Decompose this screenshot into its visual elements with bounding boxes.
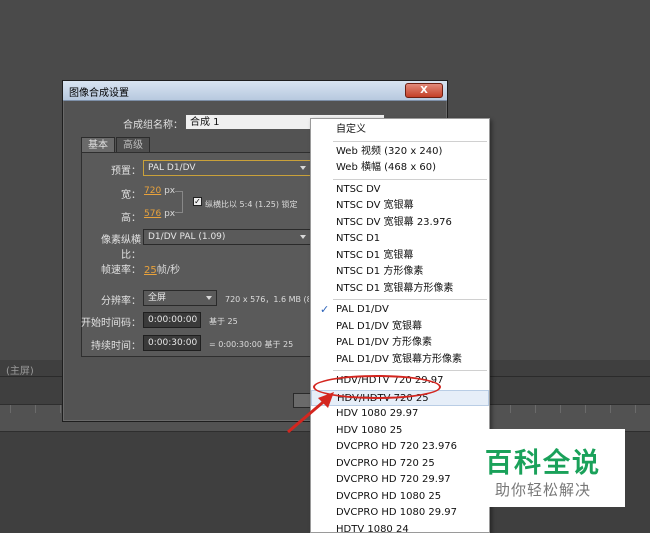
height-unit: px xyxy=(164,209,176,219)
dialog-title: 图像合成设置 xyxy=(69,88,129,99)
frame-rate-unit: 帧/秒 xyxy=(156,265,181,276)
ruler-tick xyxy=(35,405,36,413)
menu-item[interactable]: NTSC DV 宽银幕 23.976 xyxy=(311,215,489,231)
duration-label: 持续时间： xyxy=(91,341,141,352)
resolution-label: 分辨率： xyxy=(101,296,141,307)
start-timecode-input[interactable]: 0:00:00:00 xyxy=(143,312,201,328)
ruler-tick xyxy=(560,405,561,413)
preset-select[interactable]: PAL D1/DV xyxy=(143,160,311,176)
resolution-select[interactable]: 全屏 xyxy=(143,290,217,306)
menu-separator xyxy=(333,370,487,371)
pixel-aspect-value: D1/DV PAL (1.09) xyxy=(148,232,226,242)
pixel-aspect-select[interactable]: D1/DV PAL (1.09) xyxy=(143,229,311,245)
frame-rate-label: 帧速率： xyxy=(101,265,141,276)
timeline-tab-label[interactable]: (主屏) xyxy=(6,362,34,377)
ruler-tick xyxy=(610,405,611,413)
watermark-title: 百科全说 xyxy=(485,448,601,479)
menu-separator xyxy=(333,140,487,142)
menu-item[interactable]: NTSC D1 xyxy=(311,231,489,247)
duration-input[interactable]: 0:00:30:00 xyxy=(143,335,201,351)
menu-item[interactable]: HDTV 1080 24 xyxy=(311,522,489,533)
menu-item[interactable]: NTSC D1 宽银幕方形像素 xyxy=(311,281,489,297)
width-value[interactable]: 720 xyxy=(144,186,161,196)
menu-item[interactable]: PAL D1/DV 方形像素 xyxy=(311,335,489,351)
comp-name-label: 合成组名称： xyxy=(123,120,183,131)
menu-item[interactable]: PAL D1/DV 宽银幕方形像素 xyxy=(311,352,489,368)
height-value-group: 576 px xyxy=(144,209,175,219)
tab-basic[interactable]: 基本 xyxy=(81,137,115,153)
ruler-tick xyxy=(10,405,11,413)
tab-advanced[interactable]: 高级 xyxy=(116,137,150,153)
chevron-down-icon xyxy=(300,166,306,170)
height-label: 高： xyxy=(121,213,141,224)
width-value-group: 720 px xyxy=(144,186,175,196)
menu-separator xyxy=(333,299,487,300)
menu-item[interactable]: 自定义 xyxy=(311,122,489,138)
menu-item[interactable]: NTSC D1 宽银幕 xyxy=(311,248,489,264)
resolution-value: 全屏 xyxy=(148,293,167,303)
menu-item[interactable]: Web 视频 (320 x 240) xyxy=(311,144,489,160)
menu-item[interactable]: DVCPRO HD 1080 29.97 xyxy=(311,505,489,521)
ruler-tick xyxy=(510,405,511,413)
menu-item[interactable]: NTSC DV 宽银幕 xyxy=(311,198,489,214)
resolution-info: 720 x 576，1.6 MB (8bpc/帧) xyxy=(225,295,309,304)
close-button[interactable]: X xyxy=(405,83,443,98)
dialog-titlebar[interactable]: 图像合成设置 X xyxy=(63,81,447,101)
lock-aspect-checkbox[interactable]: ✓ xyxy=(193,197,202,206)
lock-aspect-label: 纵横比以 5:4 (1.25) 锁定 xyxy=(205,200,298,209)
ruler-tick xyxy=(535,405,536,413)
ruler-tick xyxy=(585,405,586,413)
frame-rate-value[interactable]: 25 xyxy=(144,265,157,276)
preset-label: 预置： xyxy=(111,166,141,177)
duration-note: = 0:00:30:00 基于 25 xyxy=(209,340,294,349)
pointer-arrow-icon xyxy=(287,392,334,434)
watermark: 百科全说 助你轻松解决 xyxy=(461,429,625,507)
menu-separator xyxy=(333,178,487,180)
height-value[interactable]: 576 xyxy=(144,209,161,219)
chevron-down-icon xyxy=(206,296,212,300)
frame-rate-group: 25帧/秒 xyxy=(144,261,180,276)
width-unit: px xyxy=(164,186,176,196)
link-icon xyxy=(175,191,183,213)
preset-value: PAL D1/DV xyxy=(148,163,196,173)
start-timecode-note: 基于 25 xyxy=(209,317,238,326)
menu-item[interactable]: NTSC D1 方形像素 xyxy=(311,264,489,280)
chevron-down-icon xyxy=(300,235,306,239)
menu-item[interactable]: NTSC DV xyxy=(311,182,489,198)
menu-item[interactable]: PAL D1/DV 宽银幕 xyxy=(311,319,489,335)
ruler-tick xyxy=(60,405,61,413)
watermark-subtitle: 助你轻松解决 xyxy=(494,481,591,499)
ruler-tick xyxy=(635,405,636,413)
tab-bar: 基本 高级 xyxy=(81,137,151,153)
start-timecode-label: 开始时间码： xyxy=(81,318,141,329)
menu-item[interactable]: Web 横幅 (468 x 60) xyxy=(311,160,489,176)
pixel-aspect-label: 像素纵横比： xyxy=(101,235,141,261)
width-label: 宽： xyxy=(121,190,141,201)
menu-item[interactable]: PAL D1/DV xyxy=(311,302,489,318)
